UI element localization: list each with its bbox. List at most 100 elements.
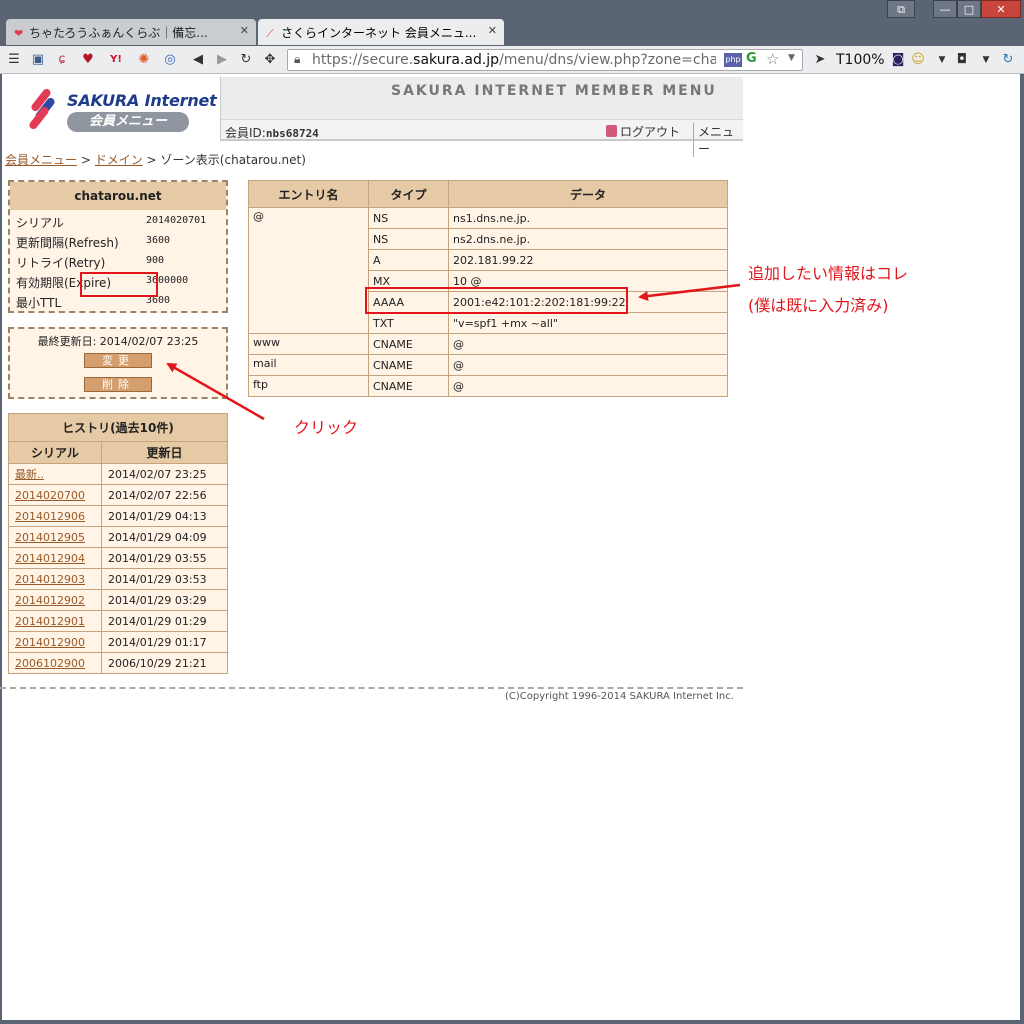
history-serial-link[interactable]: 2006102900 bbox=[15, 657, 85, 670]
forward-icon[interactable]: ▶ bbox=[212, 50, 232, 70]
php-icon[interactable]: php bbox=[724, 53, 742, 67]
face-icon[interactable]: ☺ bbox=[908, 50, 928, 70]
breadcrumb: 会員メニュー > ドメイン > ゾーン表示(chatarou.net) bbox=[5, 153, 306, 167]
history-serial-link[interactable]: 2014012905 bbox=[15, 531, 85, 544]
site-title: SAKURA INTERNET MEMBER MENU bbox=[391, 83, 717, 99]
history-serial-link[interactable]: 2014012902 bbox=[15, 594, 85, 607]
history-date-cell: 2014/01/29 04:13 bbox=[101, 505, 228, 527]
table-row: 2014012902 2014/01/29 03:29 bbox=[8, 589, 228, 611]
tab-title: さくらインターネット 会員メニュ... bbox=[281, 26, 477, 40]
change-button-highlight bbox=[80, 272, 158, 297]
dns-data-cell: "v=spf1 +mx ~all" bbox=[448, 312, 728, 334]
table-row: 2014012906 2014/01/29 04:13 bbox=[8, 505, 228, 527]
swirl-icon[interactable]: ◎ bbox=[160, 50, 180, 70]
dns-data-cell: ns2.dns.ne.jp. bbox=[448, 228, 728, 250]
table-row: 2014012900 2014/01/29 01:17 bbox=[8, 631, 228, 653]
address-bar[interactable]: 🔒︎ https://secure.sakura.ad.jp/menu/dns/… bbox=[287, 49, 803, 71]
pin-icon[interactable]: ➤ bbox=[810, 50, 830, 70]
history-serial-link[interactable]: 2014012901 bbox=[15, 615, 85, 628]
zone-info-key: リトライ(Retry) bbox=[16, 256, 106, 270]
history-serial-cell: 2014020700 bbox=[8, 484, 102, 506]
tab-close-icon[interactable]: ✕ bbox=[240, 24, 249, 37]
dns-type-cell: NS bbox=[368, 207, 449, 229]
history-serial-link[interactable]: 最新.. bbox=[15, 468, 44, 481]
page-content: SAKURA Internet 会員メニュー SAKURA INTERNET M… bbox=[0, 75, 743, 702]
g-extension-icon[interactable]: G bbox=[746, 51, 757, 66]
reload-icon[interactable]: ↻ bbox=[236, 50, 256, 70]
sync-icon[interactable]: ↻ bbox=[998, 50, 1018, 70]
window-frame bbox=[1020, 74, 1024, 1024]
cherry-icon[interactable]: ɕ bbox=[52, 50, 72, 70]
window-restore-tab-button[interactable]: ⧉ bbox=[887, 0, 915, 18]
zoom-level[interactable]: T100% bbox=[836, 52, 885, 68]
dns-data-cell: 202.181.99.22 bbox=[448, 249, 728, 271]
window-maximize-button[interactable]: □ bbox=[957, 0, 981, 18]
dns-data-cell: @ bbox=[448, 333, 728, 355]
table-row: @ NS ns1.dns.ne.jp. bbox=[248, 207, 728, 334]
yahoo-icon[interactable]: Y! bbox=[106, 50, 126, 70]
menu-link[interactable]: メニュー bbox=[693, 123, 743, 157]
window-close-button[interactable]: ✕ bbox=[981, 0, 1021, 18]
history-caption: ヒストリ(過去10件) bbox=[8, 413, 228, 442]
dns-entry-cell: www bbox=[248, 333, 369, 355]
aaaa-record-highlight bbox=[365, 287, 628, 314]
move-icon[interactable]: ✥ bbox=[260, 50, 280, 70]
delete-button[interactable]: 削除 bbox=[84, 377, 152, 392]
history-date-cell: 2014/01/29 03:55 bbox=[101, 547, 228, 569]
extension-flower-icon[interactable]: ✺ bbox=[134, 50, 154, 70]
chevron-down-icon[interactable]: ▼ bbox=[976, 50, 996, 70]
zone-info-value: 3600 bbox=[146, 235, 171, 246]
lock-icon: 🔒︎ bbox=[294, 52, 301, 66]
history-serial-link[interactable]: 2014012903 bbox=[15, 573, 85, 586]
tab-sakura-member-menu[interactable]: ⟋ さくらインターネット 会員メニュ... ✕ bbox=[258, 19, 504, 45]
history-date-cell: 2014/01/29 03:53 bbox=[101, 568, 228, 590]
window-minimize-button[interactable]: — bbox=[933, 0, 957, 18]
dns-data-cell: @ bbox=[448, 375, 728, 397]
table-row: 2014020700 2014/02/07 22:56 bbox=[8, 484, 228, 506]
chevron-down-icon[interactable]: ▼ bbox=[788, 53, 795, 63]
dns-type-cell: CNAME bbox=[368, 354, 449, 376]
back-icon[interactable]: ◀ bbox=[188, 50, 208, 70]
sakura-logo[interactable]: SAKURA Internet 会員メニュー bbox=[4, 77, 220, 141]
logout-link[interactable]: ログアウト bbox=[606, 123, 680, 140]
history-date-cell: 2014/01/29 04:09 bbox=[101, 526, 228, 548]
bookmark-star-icon[interactable]: ☆ bbox=[766, 50, 779, 68]
breadcrumb-member-menu[interactable]: 会員メニュー bbox=[5, 153, 77, 167]
window-frame bbox=[0, 1020, 1024, 1024]
change-button[interactable]: 変更 bbox=[84, 353, 152, 368]
last-updated: 最終更新日: 2014/02/07 23:25 bbox=[37, 335, 199, 348]
table-row: 2006102900 2006/10/29 21:21 bbox=[8, 652, 228, 674]
history-serial-cell: 2014012905 bbox=[8, 526, 102, 548]
sakura-favicon-icon: ⟋ bbox=[266, 27, 274, 40]
shield-heart-icon[interactable]: ♥ bbox=[78, 50, 98, 70]
table-row: 2014012904 2014/01/29 03:55 bbox=[8, 547, 228, 569]
history-col-date: 更新日 bbox=[101, 441, 228, 464]
dns-type-cell: CNAME bbox=[368, 333, 449, 355]
history-serial-cell: 2014012902 bbox=[8, 589, 102, 611]
menu-icon[interactable]: ☰ bbox=[4, 50, 24, 70]
history-serial-link[interactable]: 2014012900 bbox=[15, 636, 85, 649]
chevron-down-icon[interactable]: ▼ bbox=[932, 50, 952, 70]
member-id: 会員ID:nbs68724 bbox=[225, 126, 319, 140]
history-date-cell: 2014/02/07 23:25 bbox=[101, 463, 228, 485]
history-serial-link[interactable]: 2014020700 bbox=[15, 489, 85, 502]
dns-entry-cell: mail bbox=[248, 354, 369, 376]
dns-type-cell: A bbox=[368, 249, 449, 271]
sakura-logo-icon bbox=[26, 87, 57, 131]
camera-icon[interactable]: ◘ bbox=[952, 50, 972, 70]
tab-close-icon[interactable]: ✕ bbox=[488, 24, 497, 37]
history-serial-link[interactable]: 2014012906 bbox=[15, 510, 85, 523]
tab-blog[interactable]: ❤ ちゃたろうふぁんくらぶ｜備忘... ✕ bbox=[6, 19, 256, 45]
history-serial-link[interactable]: 2014012904 bbox=[15, 552, 85, 565]
zone-info-key: シリアル bbox=[16, 216, 64, 230]
tab-title: ちゃたろうふぁんくらぶ｜備忘... bbox=[29, 26, 208, 40]
bookmark-box-icon[interactable]: ▣ bbox=[28, 50, 48, 70]
history-date-cell: 2014/01/29 01:17 bbox=[101, 631, 228, 653]
dns-entry-cell: @ bbox=[248, 207, 369, 334]
dns-entry-cell: ftp bbox=[248, 375, 369, 397]
breadcrumb-domain[interactable]: ドメイン bbox=[95, 153, 143, 167]
header-band: SAKURA INTERNET MEMBER MENU bbox=[220, 77, 743, 119]
history-date-cell: 2006/10/29 21:21 bbox=[101, 652, 228, 674]
url-text[interactable]: https://secure.sakura.ad.jp/menu/dns/vie… bbox=[312, 52, 716, 68]
counter-badge-icon[interactable]: ◙ bbox=[888, 50, 908, 70]
